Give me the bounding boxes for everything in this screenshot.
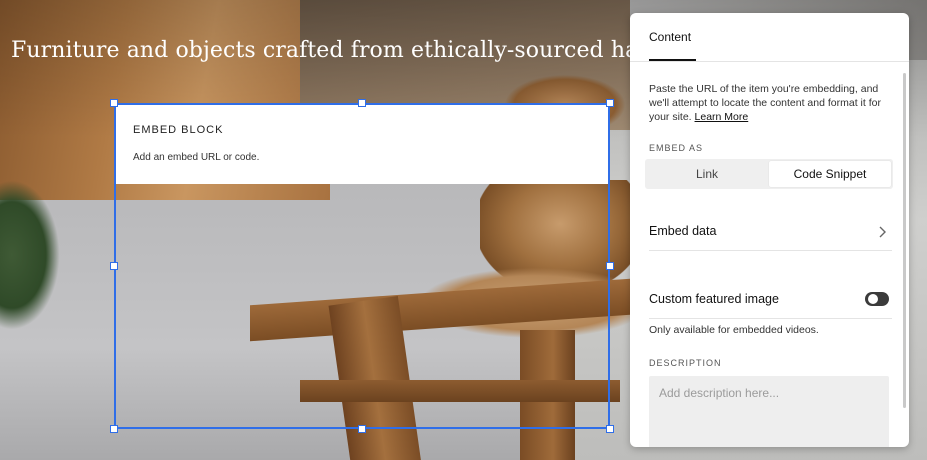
block-selection-outline[interactable] bbox=[114, 103, 610, 429]
embed-settings-panel: Content Paste the URL of the item you're… bbox=[630, 13, 909, 447]
description-label: DESCRIPTION bbox=[649, 358, 722, 368]
resize-handle-bottom-left[interactable] bbox=[110, 425, 118, 433]
divider bbox=[630, 61, 909, 62]
panel-scrollbar[interactable] bbox=[903, 73, 906, 408]
embed-data-row[interactable]: Embed data bbox=[649, 224, 892, 238]
toggle-knob bbox=[868, 294, 878, 304]
resize-handle-top-right[interactable] bbox=[606, 99, 614, 107]
resize-handle-left[interactable] bbox=[110, 262, 118, 270]
chevron-right-icon[interactable] bbox=[876, 225, 888, 239]
resize-handle-bottom[interactable] bbox=[358, 425, 366, 433]
embed-as-link-option[interactable]: Link bbox=[647, 161, 767, 187]
custom-featured-image-toggle[interactable] bbox=[865, 292, 889, 306]
embed-as-code-snippet-option[interactable]: Code Snippet bbox=[769, 161, 891, 187]
divider bbox=[649, 250, 892, 251]
resize-handle-bottom-right[interactable] bbox=[606, 425, 614, 433]
custom-featured-image-note: Only available for embedded videos. bbox=[649, 324, 819, 336]
description-input[interactable] bbox=[649, 376, 889, 447]
embed-instructions: Paste the URL of the item you're embeddi… bbox=[649, 82, 881, 124]
custom-featured-image-label: Custom featured image bbox=[649, 292, 779, 306]
divider bbox=[649, 318, 892, 319]
embed-as-segmented-control: Link Code Snippet bbox=[645, 159, 893, 189]
resize-handle-top[interactable] bbox=[358, 99, 366, 107]
page-headline[interactable]: Furniture and objects crafted from ethic… bbox=[11, 38, 631, 70]
embed-instructions-text: Paste the URL of the item you're embeddi… bbox=[649, 83, 881, 123]
resize-handle-top-left[interactable] bbox=[110, 99, 118, 107]
embed-as-label: EMBED AS bbox=[649, 143, 704, 153]
resize-handle-right[interactable] bbox=[606, 262, 614, 270]
learn-more-link[interactable]: Learn More bbox=[695, 111, 749, 123]
tab-content[interactable]: Content bbox=[649, 30, 691, 44]
